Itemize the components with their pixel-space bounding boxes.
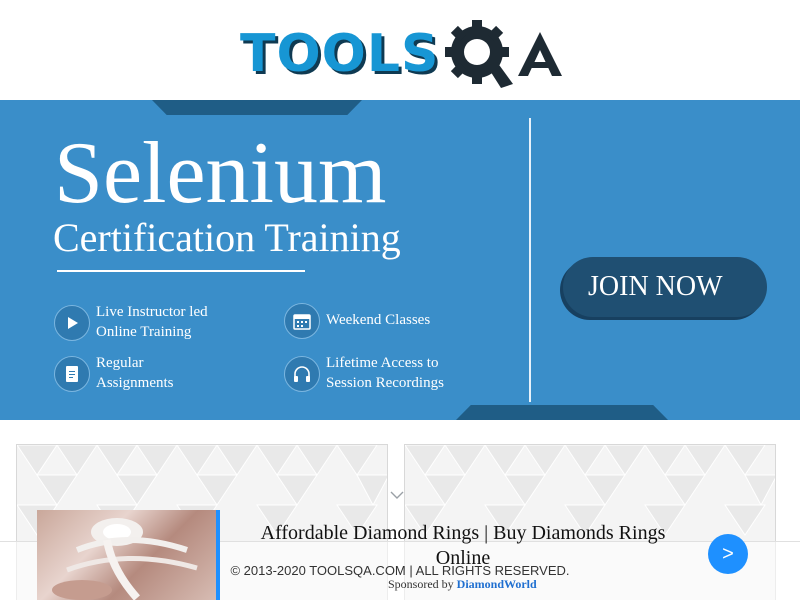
selenium-training-banner: Selenium Certification Training Live Ins… bbox=[0, 100, 800, 420]
logo-text: TOOLS bbox=[240, 24, 440, 84]
feature-line-2: Assignments bbox=[96, 374, 174, 391]
feature-lifetime-access: Lifetime Access to Session Recordings bbox=[284, 354, 466, 393]
site-header: TOOLS bbox=[0, 0, 800, 100]
feature-line-2: Online Training bbox=[96, 323, 192, 340]
document-icon bbox=[54, 355, 90, 392]
banner-title: Selenium bbox=[54, 125, 387, 222]
feature-line-1: Weekend Classes bbox=[326, 312, 431, 329]
headphones-icon bbox=[284, 355, 320, 392]
diamond-ring-image bbox=[52, 518, 198, 600]
feature-assignments: Regular Assignments bbox=[54, 354, 236, 393]
feature-weekend-classes: Weekend Classes bbox=[284, 303, 466, 339]
feature-line-1: Live Instructor led bbox=[96, 304, 208, 320]
ad-title[interactable]: Affordable Diamond Rings | Buy Diamonds … bbox=[248, 521, 678, 571]
banner-divider bbox=[529, 118, 531, 402]
feature-line-1: Lifetime Access to bbox=[326, 355, 439, 371]
chevron-down-icon[interactable] bbox=[390, 490, 404, 500]
gear-q-icon bbox=[445, 20, 514, 88]
sponsor-link[interactable]: DiamondWorld bbox=[457, 577, 537, 591]
feature-line-1: Regular bbox=[96, 355, 144, 371]
feature-live-training: Live Instructor led Online Training bbox=[54, 303, 236, 342]
banner-decoration-bottom bbox=[456, 405, 668, 420]
banner-subtitle: Certification Training bbox=[53, 215, 401, 260]
play-icon bbox=[54, 304, 90, 341]
join-now-button[interactable]: JOIN NOW bbox=[563, 257, 767, 317]
title-underline bbox=[57, 270, 305, 272]
feature-line-2: Session Recordings bbox=[326, 374, 444, 391]
calendar-icon bbox=[284, 303, 320, 339]
page: TOOLS Selenium Certification Training Li… bbox=[0, 0, 800, 600]
logo-a-icon bbox=[518, 32, 563, 76]
ad-next-button[interactable]: > bbox=[708, 534, 748, 574]
ad-image[interactable] bbox=[37, 510, 220, 600]
toolsqa-logo[interactable]: TOOLS bbox=[240, 16, 570, 92]
banner-decoration-top bbox=[152, 100, 362, 115]
sponsor-prefix: Sponsored by bbox=[388, 577, 454, 591]
ad-sponsor: Sponsored by DiamondWorld bbox=[388, 577, 537, 592]
